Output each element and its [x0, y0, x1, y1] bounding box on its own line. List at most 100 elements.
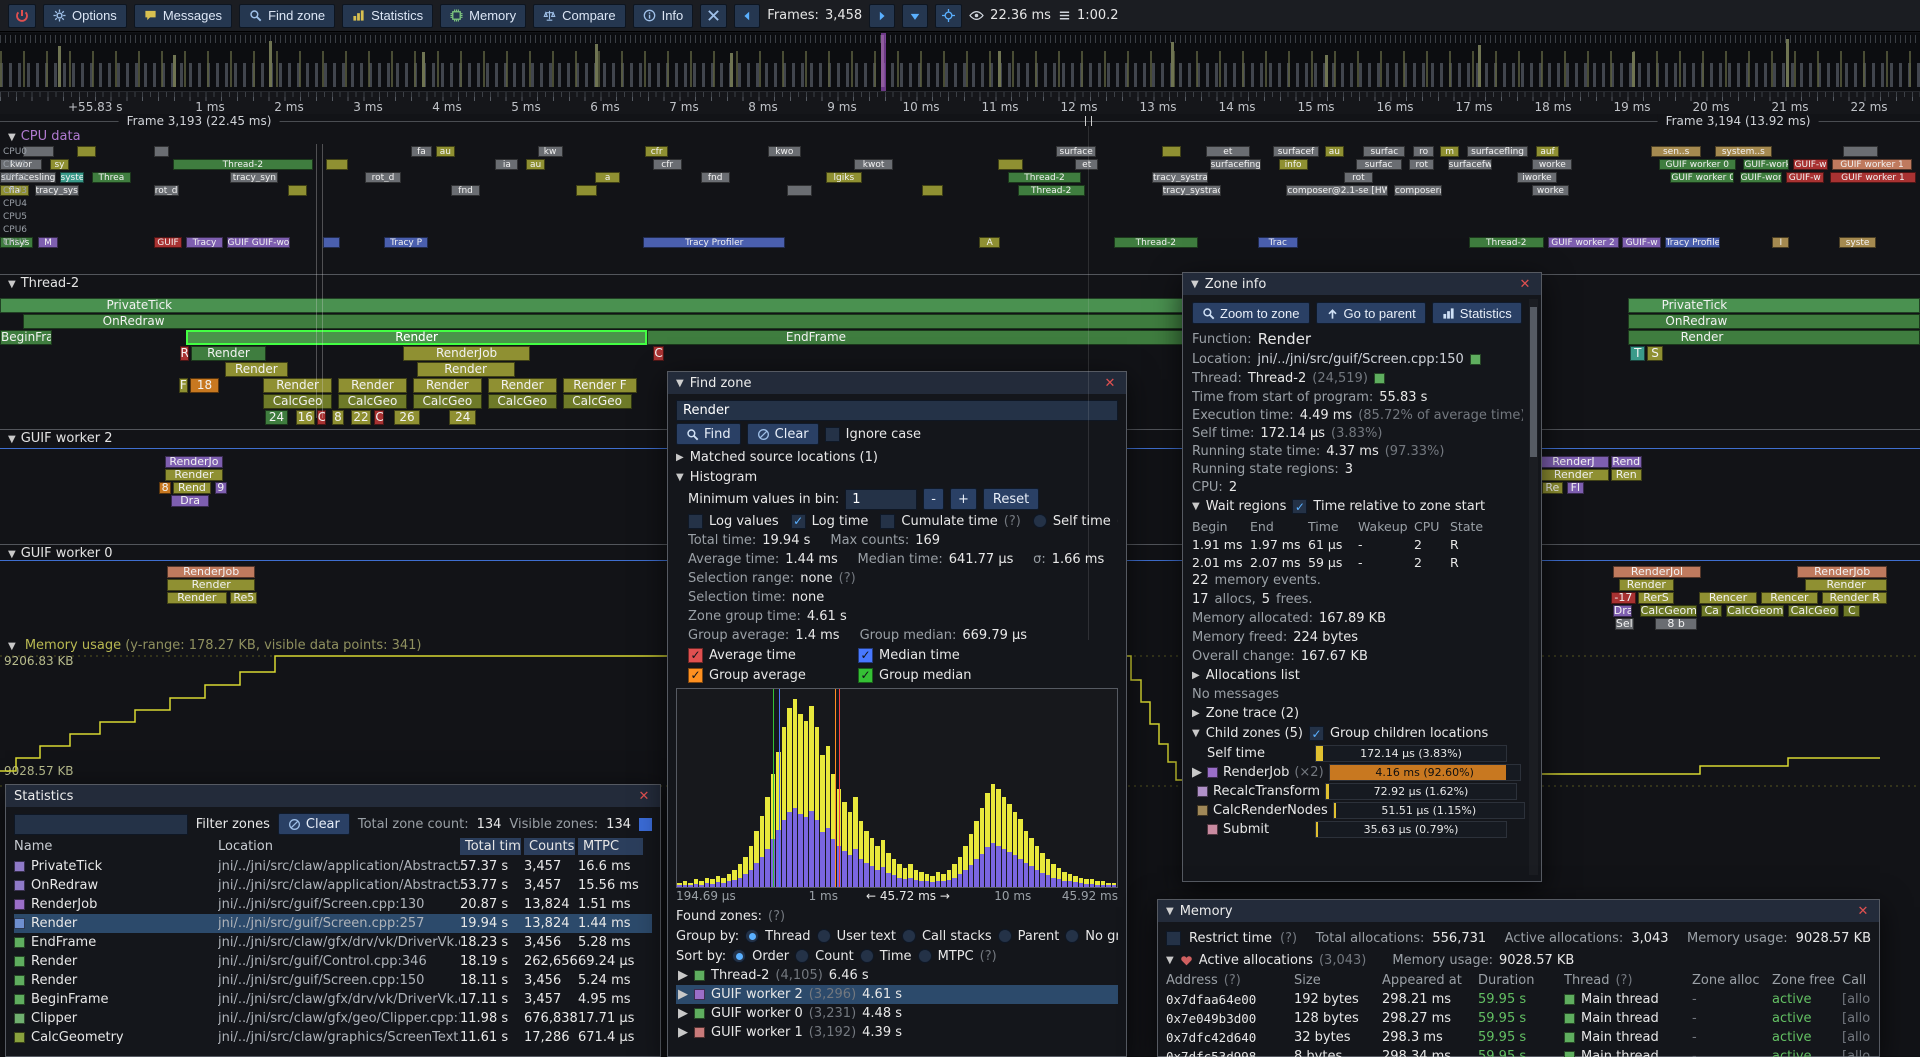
cpu-zone[interactable]: a — [595, 172, 620, 183]
zone[interactable]: R — [180, 346, 190, 361]
cpu-data-header[interactable]: ▼CPU data — [8, 129, 81, 144]
zone[interactable]: Dra — [171, 495, 209, 507]
allocation-row[interactable]: 0x7e049b3d00128 bytes298.27 ms59.95 sMai… — [1166, 1009, 1871, 1028]
zone[interactable]: -17 — [1611, 592, 1636, 604]
cpu-zone[interactable]: au — [526, 159, 545, 170]
zone[interactable]: T — [1630, 346, 1645, 361]
zone[interactable]: Re — [1542, 482, 1563, 494]
cpu-zone[interactable]: Thread-2 — [1114, 237, 1198, 248]
cpu-zone[interactable]: syste — [1839, 237, 1875, 248]
zone[interactable]: Render — [186, 330, 647, 345]
cpu-zone[interactable]: GUIF GUIF-wor — [227, 237, 290, 248]
zone[interactable]: Render — [1805, 579, 1888, 591]
collapse-icon[interactable]: ▼ — [1192, 501, 1200, 512]
cpu-zone[interactable]: fnd — [701, 172, 730, 183]
column-header-name[interactable]: Name — [14, 839, 218, 854]
child-zone-row[interactable]: Self time172.14 μs (3.83%) — [1192, 744, 1523, 763]
find-zone-histogram[interactable] — [676, 688, 1118, 888]
child-zone-row[interactable]: CalcRenderNodes51.51 μs (1.15%) — [1192, 801, 1523, 820]
log-time-checkbox[interactable] — [791, 514, 806, 529]
cpu-zone[interactable] — [326, 159, 347, 170]
cpu-zone[interactable]: GUIF worker 0 — [1670, 172, 1733, 183]
cpu-zone[interactable]: Trac — [1258, 237, 1298, 248]
zone[interactable]: 18 — [190, 378, 219, 393]
close-icon[interactable]: ✕ — [636, 789, 652, 804]
collapse-icon[interactable]: ▶ — [678, 968, 688, 983]
zone[interactable]: RenderJ — [1538, 456, 1609, 468]
collapse-icon[interactable]: ▼ — [8, 279, 16, 290]
allocation-row[interactable]: 0x7dfc53d9988 bytes298.34 ms59.95 sMain … — [1166, 1047, 1871, 1057]
cpu-zone[interactable]: kwot — [854, 159, 892, 170]
focus-frame-button[interactable] — [935, 4, 962, 28]
cumulate-time-checkbox[interactable] — [880, 514, 895, 529]
column-header-thread[interactable]: Thread(?) — [1564, 973, 1692, 988]
sort-by-option-mtpc[interactable] — [918, 949, 932, 963]
cpu-zone[interactable]: GUIF worker 2 — [1548, 237, 1619, 248]
prev-frame-button[interactable] — [734, 4, 760, 28]
close-icon[interactable]: ✕ — [1517, 277, 1533, 292]
zone[interactable]: 8 — [159, 482, 171, 494]
zone[interactable]: Render — [225, 362, 288, 377]
zone[interactable]: Render F — [563, 378, 638, 393]
zone[interactable]: CalcGeo — [413, 394, 482, 409]
table-row[interactable]: Clipperjni/../jni/src/claw/gfx/geo/Clipp… — [14, 1009, 652, 1028]
min-bin-minus-button[interactable]: - — [923, 488, 944, 510]
allocation-row[interactable]: 0x7dfc42d64032 bytes298.3 ms59.95 sMain … — [1166, 1028, 1871, 1047]
cpu-zone[interactable]: info — [1279, 159, 1308, 170]
filter-input[interactable] — [14, 814, 188, 835]
thread-header-guif-worker-2[interactable]: ▼GUIF worker 2 — [8, 431, 112, 446]
cpu-zone[interactable]: surfacefling — [1467, 146, 1528, 157]
zone[interactable]: Render — [417, 362, 515, 377]
cpu-zone[interactable]: Threa — [92, 172, 130, 183]
go-to-parent-button[interactable]: Go to parent — [1316, 302, 1426, 324]
collapse-icon[interactable]: ▼ — [1191, 279, 1199, 290]
cpu-zone[interactable]: fnd — [451, 185, 480, 196]
cpu-zone[interactable] — [576, 185, 597, 196]
zone[interactable]: Render — [165, 469, 223, 481]
sort-by-option-time[interactable] — [860, 949, 874, 963]
zone[interactable]: RenderJol — [1613, 566, 1701, 578]
collapse-icon[interactable]: ▶ — [1192, 708, 1200, 719]
zone[interactable]: CalcGeo — [1788, 605, 1840, 617]
zone[interactable]: 9 — [215, 482, 227, 494]
group-by-option-thread[interactable] — [745, 929, 759, 943]
child-zone-row[interactable]: ▶RenderJob(×2)4.16 ms (92.60%) — [1192, 763, 1523, 782]
collapse-icon[interactable]: ▶ — [1192, 670, 1200, 681]
zoom-to-zone-button[interactable]: Zoom to zone — [1192, 302, 1310, 324]
zone[interactable]: Fl — [1567, 482, 1584, 494]
cpu-zone[interactable]: sy — [50, 159, 69, 170]
cpu-zone[interactable]: auf — [1536, 146, 1559, 157]
cpu-zone[interactable]: tracy_sys — [35, 185, 79, 196]
zone[interactable]: Render — [1538, 469, 1609, 481]
statistics-button[interactable]: Statistics — [1432, 302, 1522, 324]
cpu-zone[interactable]: Tracy P — [384, 237, 428, 248]
cpu-zone[interactable] — [1162, 146, 1181, 157]
collapse-icon[interactable]: ▼ — [8, 132, 16, 143]
cpu-zone[interactable]: Thread-2 — [173, 159, 313, 170]
info-button[interactable]: Info — [633, 4, 694, 28]
cpu-zone[interactable]: et — [1206, 146, 1250, 157]
thread-header-thread-2[interactable]: ▼Thread-2 — [8, 276, 79, 291]
zone[interactable]: Render — [488, 378, 557, 393]
collapse-icon[interactable]: ▼ — [8, 434, 16, 445]
table-row[interactable]: CalcGeometryjni/../jni/src/claw/graphics… — [14, 1028, 652, 1047]
zone[interactable]: C — [653, 346, 665, 361]
cpu-zone[interactable] — [154, 146, 169, 157]
group-children-checkbox[interactable] — [1309, 726, 1324, 741]
child-zones-header[interactable]: ▼ Child zones (5) Group children locatio… — [1192, 723, 1523, 744]
reset-button[interactable]: Reset — [983, 488, 1039, 510]
cpu-zone[interactable]: kw — [538, 146, 563, 157]
zone[interactable]: CalcGeo — [338, 394, 407, 409]
group-by-option-no-grouping[interactable] — [1065, 929, 1079, 943]
cpu-zone[interactable]: A — [979, 237, 1000, 248]
cpu-zone[interactable]: I — [1772, 237, 1789, 248]
column-header-appeared-at[interactable]: Appeared at — [1382, 973, 1478, 988]
cpu-zone[interactable]: tracy_systrace — [1152, 172, 1208, 183]
zone[interactable]: 26 — [394, 410, 421, 425]
cpu-zone[interactable] — [922, 185, 943, 196]
cpu-zone[interactable]: iworke — [1517, 172, 1557, 183]
zone[interactable]: C — [374, 410, 384, 425]
zone[interactable]: Ca — [1701, 605, 1722, 617]
cpu-zone[interactable]: worke — [1532, 159, 1572, 170]
cpu-zone[interactable]: GUIF-w — [1786, 172, 1824, 183]
